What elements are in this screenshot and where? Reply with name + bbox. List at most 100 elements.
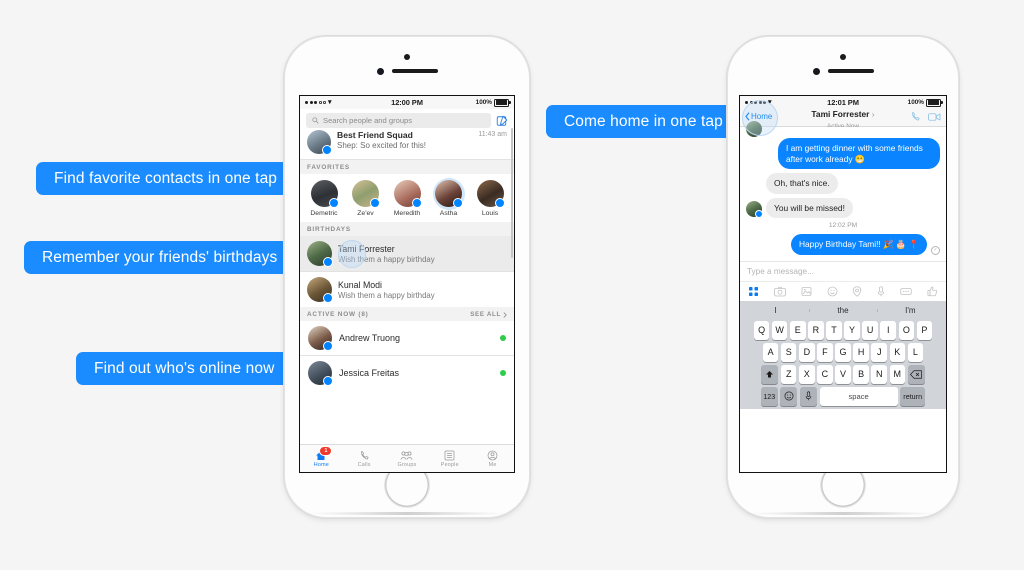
- message-row-incoming: You will be missed!: [746, 197, 940, 218]
- keyboard-row-2: A S D F G H J K L: [742, 342, 944, 362]
- key-h[interactable]: H: [853, 342, 869, 362]
- key-x[interactable]: X: [799, 364, 815, 384]
- key-a[interactable]: A: [762, 342, 779, 362]
- callout-text: Find out who's online now: [94, 359, 275, 377]
- numeric-key[interactable]: 123: [760, 386, 778, 406]
- photos-icon[interactable]: [801, 286, 812, 297]
- favorite-item[interactable]: Louis: [474, 180, 506, 217]
- thumbs-up-icon[interactable]: [927, 286, 938, 297]
- message-bubble[interactable]: Oh, that's nice.: [766, 173, 838, 194]
- key-p[interactable]: P: [916, 320, 933, 340]
- message-list: I am getting dinner with some friends af…: [740, 121, 946, 261]
- key-e[interactable]: E: [790, 320, 806, 340]
- favorite-name: Meredith: [393, 210, 421, 217]
- favorite-item[interactable]: Demetric: [308, 180, 340, 217]
- see-all-label: SEE ALL: [470, 311, 501, 318]
- messenger-badge-icon: [328, 198, 339, 208]
- key-m[interactable]: M: [889, 364, 906, 384]
- emoji-key-icon[interactable]: [780, 386, 798, 406]
- prediction-word[interactable]: I: [742, 306, 809, 315]
- tab-calls[interactable]: Calls: [343, 449, 386, 468]
- sticker-icon[interactable]: [900, 287, 912, 296]
- callout-find-favorite-contacts: Find favorite contacts in one tap: [36, 162, 304, 195]
- phone-device-right: ▾ 12:01 PM 100% Home Tami Forrester › Ac…: [727, 36, 959, 518]
- profile-icon: [487, 449, 498, 461]
- tab-home[interactable]: 1 Home: [300, 446, 343, 468]
- chevron-right-icon: ›: [871, 108, 875, 119]
- microphone-icon[interactable]: [877, 285, 885, 297]
- right-phone-screen: ▾ 12:01 PM 100% Home Tami Forrester › Ac…: [739, 95, 947, 473]
- space-key[interactable]: space: [819, 386, 898, 406]
- key-j[interactable]: J: [871, 342, 887, 362]
- phone-icon[interactable]: [910, 111, 921, 122]
- search-input[interactable]: Search people and groups: [306, 113, 491, 128]
- favorite-item[interactable]: Astha: [432, 178, 465, 217]
- message-input[interactable]: Type a message...: [740, 260, 946, 281]
- active-row-jessica[interactable]: Jessica Freitas: [300, 356, 514, 390]
- key-b[interactable]: B: [853, 364, 869, 384]
- prediction-word[interactable]: the: [809, 306, 876, 315]
- status-right-group: 100%: [859, 98, 943, 107]
- compose-icon[interactable]: [496, 115, 508, 127]
- key-q[interactable]: Q: [753, 320, 770, 340]
- thread-subtitle: Shep: So excited for this!: [337, 141, 426, 150]
- key-u[interactable]: U: [862, 320, 878, 340]
- birthday-row-kunal[interactable]: Kunal Modi Wish them a happy birthday: [300, 272, 514, 307]
- messenger-badge-icon: [370, 198, 380, 208]
- thread-title: Best Friend Squad: [337, 130, 413, 140]
- key-f[interactable]: F: [817, 342, 833, 362]
- tab-people[interactable]: People: [428, 449, 471, 468]
- back-to-home-button[interactable]: Home: [745, 112, 772, 121]
- shift-icon[interactable]: [761, 364, 779, 384]
- prediction-word[interactable]: I'm: [876, 306, 944, 315]
- callout-text: Remember your friends' birthdays: [42, 248, 278, 266]
- avatar: [308, 326, 333, 351]
- tab-me[interactable]: Me: [471, 449, 514, 468]
- video-camera-icon[interactable]: [928, 112, 941, 122]
- status-bar-left: ▾ 12:00 PM 100%: [300, 96, 514, 109]
- key-g[interactable]: G: [835, 342, 851, 362]
- key-l[interactable]: L: [907, 342, 924, 362]
- location-pin-icon[interactable]: [852, 285, 862, 297]
- thread-row-preview[interactable]: Best Friend Squad Shep: So excited for t…: [300, 127, 514, 159]
- message-bubble[interactable]: You will be missed!: [766, 197, 853, 218]
- key-d[interactable]: D: [799, 342, 815, 362]
- favorite-item[interactable]: Meredith: [391, 180, 423, 217]
- avatar: [307, 130, 332, 155]
- backspace-icon[interactable]: [907, 364, 925, 384]
- favorite-name: Demetric: [310, 210, 338, 217]
- favorite-item[interactable]: Ze'ev: [350, 180, 382, 217]
- callout-who-is-online: Find out who's online now: [76, 352, 301, 385]
- scrollbar[interactable]: [511, 128, 513, 258]
- birthday-row-tami[interactable]: Tami Forrester Wish them a happy birthda…: [300, 236, 514, 271]
- key-s[interactable]: S: [780, 342, 797, 362]
- tab-label: Groups: [397, 462, 417, 468]
- key-r[interactable]: R: [808, 320, 824, 340]
- message-bubble[interactable]: I am getting dinner with some friends af…: [778, 138, 940, 169]
- messenger-badge-icon: [322, 145, 332, 155]
- message-bubble[interactable]: Happy Birthday Tami!! 🎉 🎂 📍: [790, 234, 927, 255]
- key-c[interactable]: C: [817, 364, 833, 384]
- camera-icon[interactable]: [773, 286, 786, 297]
- key-i[interactable]: I: [880, 320, 896, 340]
- home-icon: 1: [315, 446, 333, 461]
- key-o[interactable]: O: [898, 320, 915, 340]
- key-k[interactable]: K: [889, 342, 906, 362]
- emoji-icon[interactable]: [827, 286, 838, 297]
- return-key[interactable]: return: [900, 386, 926, 406]
- key-y[interactable]: Y: [844, 320, 860, 340]
- key-v[interactable]: V: [835, 364, 851, 384]
- messenger-badge-icon: [755, 210, 763, 218]
- key-w[interactable]: W: [771, 320, 788, 340]
- apps-grid-icon[interactable]: [748, 286, 759, 297]
- key-n[interactable]: N: [871, 364, 887, 384]
- microphone-key-icon[interactable]: [800, 386, 817, 406]
- key-t[interactable]: T: [826, 320, 842, 340]
- favorites-list: Demetric Ze'ev Meredith Astha Louis: [300, 174, 514, 222]
- active-row-andrew[interactable]: Andrew Truong: [300, 321, 514, 355]
- tab-groups[interactable]: Groups: [386, 449, 429, 468]
- key-z[interactable]: Z: [780, 364, 797, 384]
- left-phone-screen: ▾ 12:00 PM 100% Search people and groups: [299, 95, 515, 473]
- favorite-name: Louis: [481, 210, 499, 217]
- see-all-button[interactable]: SEE ALL: [470, 311, 507, 318]
